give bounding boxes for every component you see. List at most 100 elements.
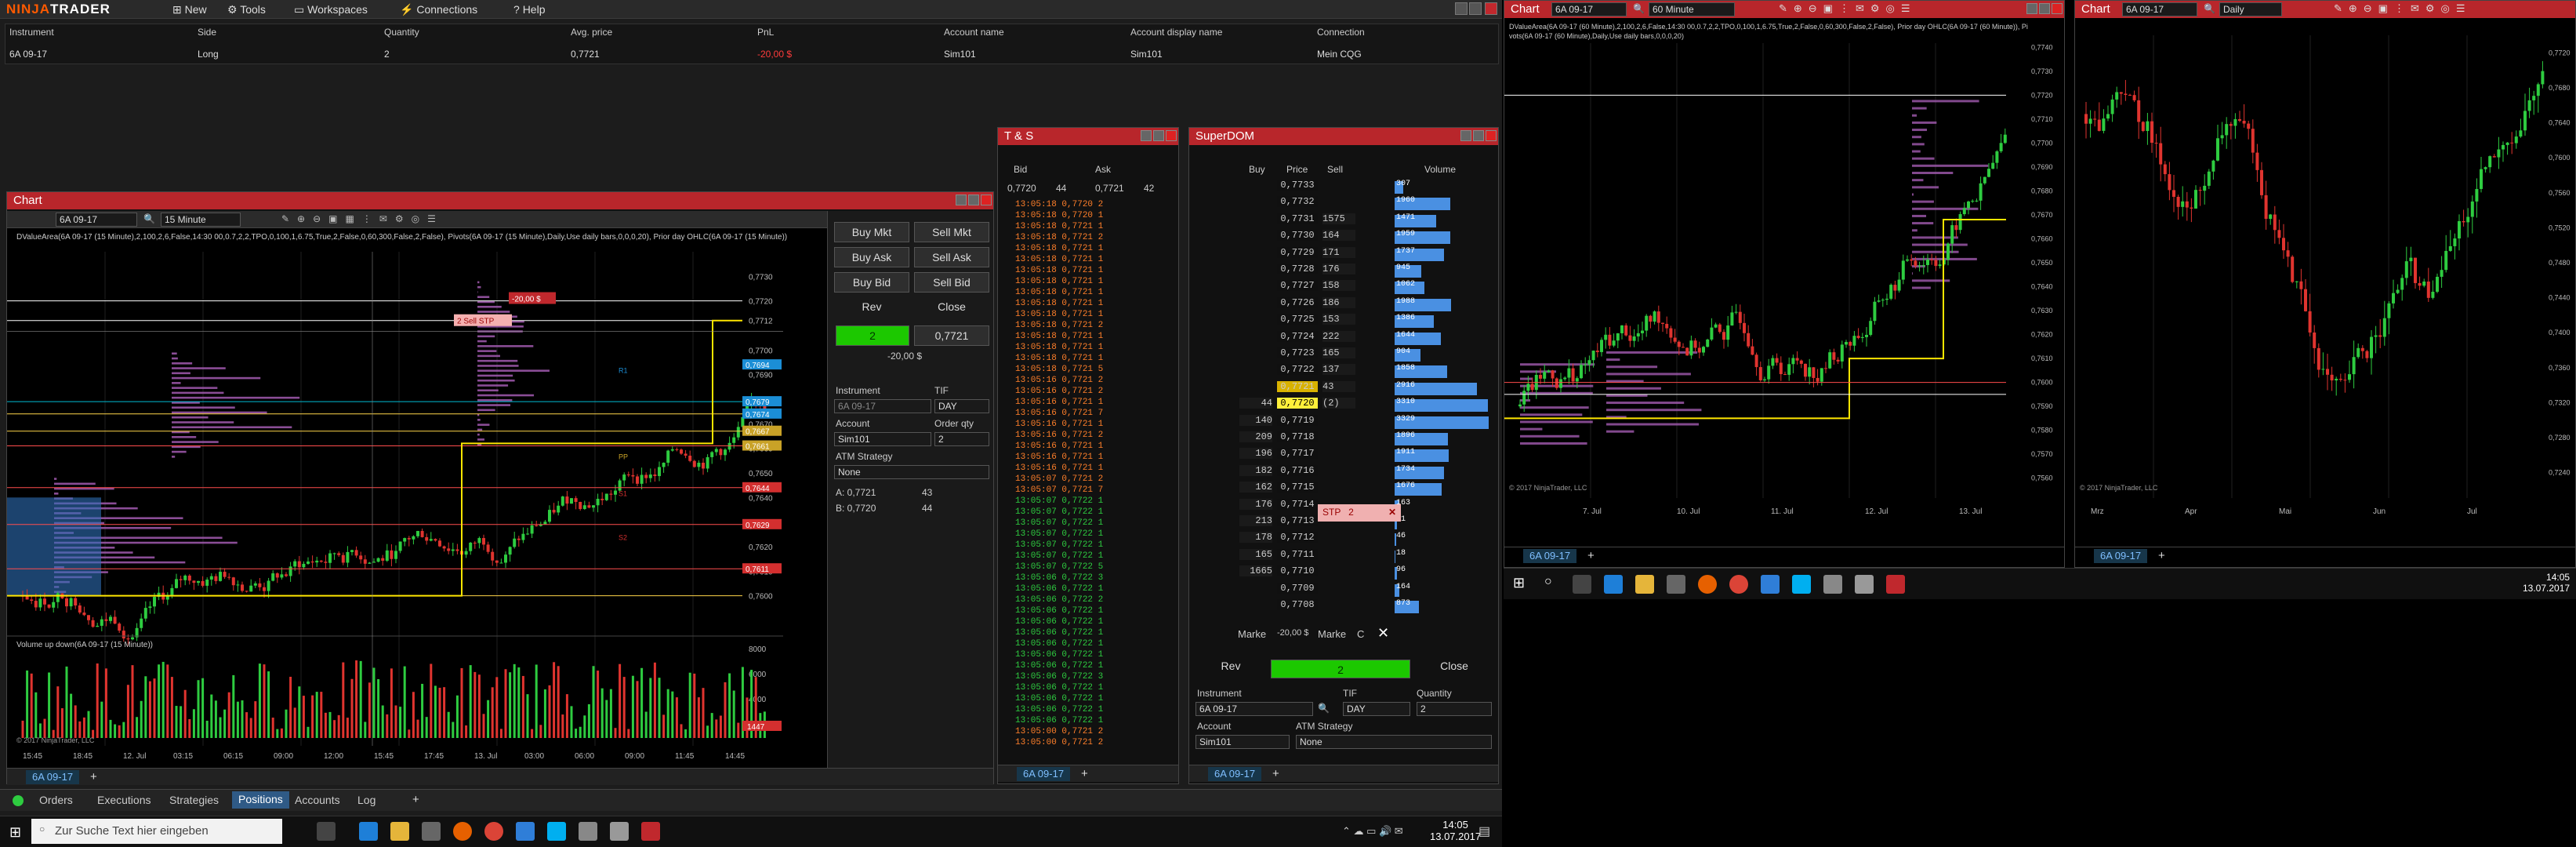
- atm-strategy-dropdown[interactable]: None: [834, 465, 989, 479]
- tab-accounts[interactable]: Accounts: [290, 794, 345, 806]
- maximize-icon[interactable]: [968, 194, 979, 205]
- dom-quantity-stepper[interactable]: 2: [1417, 702, 1492, 716]
- taskbar-search-input[interactable]: Zur Suche Text hier eingeben: [31, 819, 282, 844]
- dom-row[interactable]: 0,7721 43 2916: [1189, 380, 1495, 397]
- dom-row[interactable]: 209 0,7718 1896: [1189, 431, 1495, 447]
- dom-price-cell[interactable]: 0,7718: [1277, 431, 1318, 442]
- dom-row[interactable]: 0,7733 307: [1189, 180, 1495, 195]
- dom-price-cell[interactable]: 0,7717: [1277, 448, 1318, 460]
- cell-avg-price[interactable]: 0,7721: [571, 49, 600, 60]
- buy-bid-button[interactable]: Buy Bid: [834, 272, 909, 293]
- search-icon[interactable]: 🔍: [1318, 703, 1330, 714]
- edge-icon[interactable]: [359, 822, 378, 841]
- price-chart-60min[interactable]: DValueArea(6A 09-17 (60 Minute),2,100,2,…: [1504, 20, 2064, 547]
- close-icon[interactable]: [1166, 130, 1177, 141]
- maximize-icon[interactable]: [2039, 3, 2050, 14]
- dom-price-cell[interactable]: 0,7732: [1277, 196, 1318, 208]
- buy-ask-button[interactable]: Buy Ask: [834, 247, 909, 267]
- dom-price-cell[interactable]: 0,7709: [1277, 582, 1318, 594]
- price-chart-daily[interactable]: 0,7720 0,7680 0,7640 0,7600 0,7560 0,7520 0,74…: [2075, 20, 2575, 547]
- tab-strategies[interactable]: Strategies: [165, 794, 223, 806]
- dom-price-cell[interactable]: 0,7729: [1277, 246, 1318, 258]
- dom-market-left[interactable]: Marke: [1238, 628, 1266, 640]
- dom-sell-cell[interactable]: 153: [1322, 314, 1355, 325]
- dom-row[interactable]: 0,7724 222 1644: [1189, 330, 1495, 347]
- chart2-interval-selector[interactable]: 60 Minute: [1649, 2, 1735, 16]
- dom-sell-cell[interactable]: 137: [1322, 364, 1355, 376]
- tab-orders[interactable]: Orders: [34, 794, 78, 806]
- interval-selector[interactable]: 15 Minute: [161, 213, 241, 227]
- chrome-icon[interactable]: [484, 822, 503, 841]
- close-icon[interactable]: [2052, 3, 2063, 14]
- instrument-selector[interactable]: 6A 09-17: [56, 213, 137, 227]
- dom-price-cell[interactable]: 0,7720: [1277, 398, 1318, 409]
- dom-price-cell[interactable]: 0,7716: [1277, 464, 1318, 476]
- minimize-icon[interactable]: [956, 194, 967, 205]
- dom-buy-cell[interactable]: 162: [1239, 482, 1272, 493]
- taskbar-clock[interactable]: 14:05 13.07.2017: [1430, 819, 1481, 842]
- dom-buy-cell[interactable]: 182: [1239, 464, 1272, 476]
- stop-order-marker[interactable]: STP 2 ✕: [1318, 504, 1401, 522]
- col-connection[interactable]: Connection: [1317, 27, 1365, 38]
- dom-price-cell[interactable]: 0,7723: [1277, 347, 1318, 358]
- add-tab-icon[interactable]: +: [2158, 549, 2165, 562]
- maximize-icon[interactable]: [1153, 130, 1164, 141]
- dom-price-cell[interactable]: 0,7708: [1277, 599, 1318, 610]
- taskbar-clock[interactable]: 14:05 13.07.2017: [2523, 572, 2570, 594]
- cell-side[interactable]: Long: [198, 49, 219, 60]
- menu-new[interactable]: ⊞ New: [172, 3, 207, 16]
- skype-icon[interactable]: [547, 822, 566, 841]
- firefox-icon[interactable]: [453, 822, 472, 841]
- dom-row[interactable]: 0,7732 1960: [1189, 196, 1495, 212]
- dom-sell-cell[interactable]: 186: [1322, 296, 1355, 308]
- store-icon[interactable]: [1667, 575, 1685, 594]
- dom-sell-cell[interactable]: 158: [1322, 280, 1355, 292]
- search-icon[interactable]: 🔍: [2204, 3, 2215, 14]
- dom-price-cell[interactable]: 0,7715: [1277, 482, 1318, 493]
- menu-connections[interactable]: ⚡ Connections: [400, 3, 477, 16]
- account-dropdown[interactable]: Sim101: [834, 432, 931, 446]
- dom-price-cell[interactable]: 0,7721: [1277, 380, 1318, 392]
- close-icon[interactable]: [981, 194, 992, 205]
- sell-mkt-button[interactable]: Sell Mkt: [914, 222, 989, 242]
- tif-dropdown[interactable]: DAY: [934, 399, 989, 413]
- order-qty-stepper[interactable]: 2: [934, 432, 989, 446]
- firefox-icon[interactable]: [1698, 575, 1717, 594]
- search-icon[interactable]: 🔍: [143, 213, 155, 224]
- col-quantity[interactable]: Quantity: [384, 27, 419, 38]
- menu-workspaces[interactable]: ▭ Workspaces: [294, 3, 368, 16]
- calculator-icon[interactable]: [579, 822, 597, 841]
- dom-row[interactable]: 0,7731 1575 1471: [1189, 213, 1495, 229]
- dom-row[interactable]: 0,7708 873: [1189, 599, 1495, 615]
- dom-row[interactable]: 0,7730 164 1959: [1189, 230, 1495, 245]
- buy-mkt-button[interactable]: Buy Mkt: [834, 222, 909, 242]
- chart-titlebar[interactable]: Chart: [7, 192, 993, 209]
- store-icon[interactable]: [422, 822, 441, 841]
- dom-buy-cell[interactable]: 213: [1239, 515, 1272, 526]
- close-icon[interactable]: [1485, 2, 1497, 15]
- chrome-icon[interactable]: [1729, 575, 1748, 594]
- add-tab-icon[interactable]: +: [412, 793, 419, 806]
- task-view-icon[interactable]: [317, 822, 336, 841]
- chart3-titlebar[interactable]: Chart 6A 09-17 🔍 Daily ✎⊕⊖▣⋮✉⚙◎☰: [2075, 1, 2575, 18]
- dom-sell-cell[interactable]: 1575: [1322, 213, 1355, 224]
- dom-buy-cell[interactable]: 1665: [1239, 565, 1272, 577]
- cell-connection[interactable]: Mein CQG: [1317, 49, 1362, 60]
- close-icon[interactable]: [1486, 130, 1497, 141]
- cell-account-display[interactable]: Sim101: [1130, 49, 1163, 60]
- chart3-tab[interactable]: 6A 09-17: [2094, 549, 2148, 563]
- col-side[interactable]: Side: [198, 27, 216, 38]
- windows-start-icon[interactable]: ⊞: [1513, 575, 1525, 591]
- sell-ask-button[interactable]: Sell Ask: [914, 247, 989, 267]
- dom-price-cell[interactable]: 0,7724: [1277, 330, 1318, 342]
- drawing-tools-icon[interactable]: ✎⊕⊖▣⋮✉⚙◎☰: [1779, 2, 1917, 15]
- chart3-instrument-selector[interactable]: 6A 09-17: [2122, 2, 2197, 16]
- dom-price-cell[interactable]: 0,7712: [1277, 532, 1318, 543]
- dom-price-cell[interactable]: 0,7731: [1277, 213, 1318, 224]
- dom-row[interactable]: 0,7726 186 1988: [1189, 296, 1495, 313]
- dom-sell-cell[interactable]: 222: [1322, 330, 1355, 342]
- add-tab-icon[interactable]: +: [1081, 767, 1088, 780]
- dom-buy-cell[interactable]: 178: [1239, 532, 1272, 543]
- dom-sell-cell[interactable]: 43: [1322, 380, 1355, 392]
- dom-row[interactable]: 0,7728 176 945: [1189, 264, 1495, 279]
